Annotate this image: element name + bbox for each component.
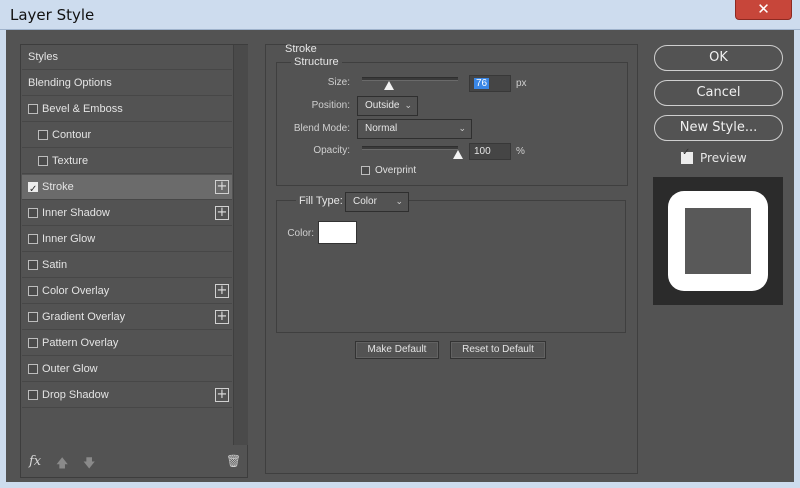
style-item-stroke[interactable]: Stroke + bbox=[22, 175, 232, 202]
style-checkbox[interactable] bbox=[28, 312, 38, 322]
size-label: Size: bbox=[327, 77, 350, 88]
add-effect-icon[interactable]: + bbox=[215, 206, 229, 220]
size-slider-thumb[interactable] bbox=[383, 81, 394, 90]
style-checkbox[interactable] bbox=[28, 104, 38, 114]
style-item-label: Bevel & Emboss bbox=[42, 103, 123, 115]
chevron-down-icon: ⌄ bbox=[404, 101, 412, 111]
style-item-label: Contour bbox=[52, 129, 92, 141]
fill-type-select[interactable]: Color ⌄ bbox=[345, 192, 409, 212]
style-checkbox[interactable] bbox=[38, 130, 48, 140]
style-item-styles[interactable]: Styles bbox=[22, 45, 232, 70]
blend-mode-label: Blend Mode: bbox=[293, 123, 350, 134]
opacity-input[interactable]: 100 bbox=[469, 143, 511, 160]
style-item-contour[interactable]: Contour bbox=[22, 123, 232, 148]
overprint-checkbox[interactable] bbox=[361, 166, 370, 175]
preview-stroke bbox=[668, 191, 768, 291]
style-checkbox[interactable] bbox=[28, 390, 38, 400]
style-item-label: Pattern Overlay bbox=[42, 337, 119, 349]
ok-button[interactable]: OK bbox=[654, 45, 783, 71]
style-checkbox[interactable] bbox=[28, 286, 38, 296]
style-item-label: Styles bbox=[28, 51, 58, 63]
style-item-label: Inner Shadow bbox=[42, 207, 110, 219]
trash-icon[interactable]: 🗑 bbox=[226, 454, 241, 468]
move-down-icon[interactable]: 🡇 bbox=[83, 454, 95, 475]
preview-label: Preview bbox=[700, 151, 747, 165]
opacity-value: 100 bbox=[474, 146, 491, 157]
close-icon: ✕ bbox=[757, 0, 770, 18]
style-checkbox[interactable] bbox=[28, 208, 38, 218]
style-checkbox[interactable] bbox=[28, 338, 38, 348]
style-item-inner-shadow[interactable]: Inner Shadow + bbox=[22, 201, 232, 226]
fill-type-label: Fill Type: bbox=[296, 195, 346, 207]
fx-menu-button[interactable]: fx bbox=[29, 454, 41, 469]
styles-list-footer: fx 🡅 🡇 🗑 bbox=[21, 445, 247, 477]
preview-fill bbox=[685, 208, 751, 274]
style-item-label: Gradient Overlay bbox=[42, 311, 126, 323]
style-item-bevel-emboss[interactable]: Bevel & Emboss bbox=[22, 97, 232, 122]
style-item-label: Outer Glow bbox=[42, 363, 98, 375]
style-checkbox[interactable] bbox=[28, 234, 38, 244]
chevron-down-icon: ⌄ bbox=[395, 197, 403, 207]
style-item-gradient-overlay[interactable]: Gradient Overlay + bbox=[22, 305, 232, 330]
size-unit: px bbox=[516, 78, 527, 89]
size-value: 76 bbox=[474, 78, 490, 89]
opacity-label: Opacity: bbox=[313, 145, 350, 156]
blend-mode-value: Normal bbox=[365, 123, 398, 134]
style-item-inner-glow[interactable]: Inner Glow bbox=[22, 227, 232, 252]
add-effect-icon[interactable]: + bbox=[215, 388, 229, 402]
reset-to-default-button[interactable]: Reset to Default bbox=[450, 341, 546, 359]
style-item-satin[interactable]: Satin bbox=[22, 253, 232, 278]
style-item-blending-options[interactable]: Blending Options bbox=[22, 71, 232, 96]
add-effect-icon[interactable]: + bbox=[215, 310, 229, 324]
add-effect-icon[interactable]: + bbox=[215, 284, 229, 298]
style-item-label: Blending Options bbox=[28, 77, 112, 89]
style-item-label: Color Overlay bbox=[42, 285, 110, 297]
color-swatch[interactable] bbox=[318, 221, 357, 244]
style-checkbox[interactable] bbox=[38, 156, 48, 166]
close-button[interactable]: ✕ bbox=[735, 0, 792, 20]
opacity-slider-track[interactable] bbox=[362, 146, 458, 150]
style-item-label: Stroke bbox=[42, 181, 74, 193]
style-item-outer-glow[interactable]: Outer Glow bbox=[22, 357, 232, 382]
chevron-down-icon: ⌄ bbox=[458, 124, 466, 134]
position-label: Position: bbox=[311, 100, 350, 111]
stroke-panel-title: Stroke bbox=[285, 43, 317, 55]
style-item-label: Texture bbox=[52, 155, 89, 167]
position-select[interactable]: Outside ⌄ bbox=[357, 96, 418, 116]
style-checkbox[interactable] bbox=[28, 177, 38, 202]
fill-type-value: Color bbox=[353, 196, 377, 207]
color-label: Color: bbox=[287, 228, 314, 239]
size-input[interactable]: 76 bbox=[469, 75, 511, 92]
new-style-button[interactable]: New Style... bbox=[654, 115, 783, 141]
window-title: Layer Style bbox=[10, 6, 95, 24]
overprint-label: Overprint bbox=[375, 165, 417, 176]
opacity-unit: % bbox=[516, 146, 525, 157]
position-value: Outside bbox=[365, 100, 400, 111]
style-item-label: Drop Shadow bbox=[42, 389, 109, 401]
style-item-label: Satin bbox=[42, 259, 68, 271]
cancel-button[interactable]: Cancel bbox=[654, 80, 783, 106]
make-default-button[interactable]: Make Default bbox=[355, 341, 439, 359]
styles-list: Styles Blending Options Bevel & Emboss Cont… bbox=[20, 44, 248, 478]
style-item-pattern-overlay[interactable]: Pattern Overlay bbox=[22, 331, 232, 356]
move-up-icon[interactable]: 🡅 bbox=[56, 454, 68, 475]
style-checkbox[interactable] bbox=[28, 260, 38, 270]
preview-thumbnail bbox=[653, 177, 783, 305]
style-item-drop-shadow[interactable]: Drop Shadow + bbox=[22, 383, 232, 408]
structure-title: Structure bbox=[291, 56, 342, 68]
style-item-color-overlay[interactable]: Color Overlay + bbox=[22, 279, 232, 304]
opacity-slider-thumb[interactable] bbox=[453, 150, 463, 159]
blend-mode-select[interactable]: Normal ⌄ bbox=[357, 119, 472, 139]
style-checkbox[interactable] bbox=[28, 364, 38, 374]
preview-checkbox[interactable] bbox=[681, 147, 693, 164]
add-effect-icon[interactable]: + bbox=[215, 180, 229, 194]
styles-list-scrollbar[interactable] bbox=[233, 45, 248, 445]
fill-group bbox=[276, 200, 626, 333]
style-item-texture[interactable]: Texture bbox=[22, 149, 232, 174]
style-item-label: Inner Glow bbox=[42, 233, 96, 245]
size-slider-track[interactable] bbox=[362, 77, 458, 81]
title-bar: Layer Style ✕ bbox=[0, 0, 800, 30]
